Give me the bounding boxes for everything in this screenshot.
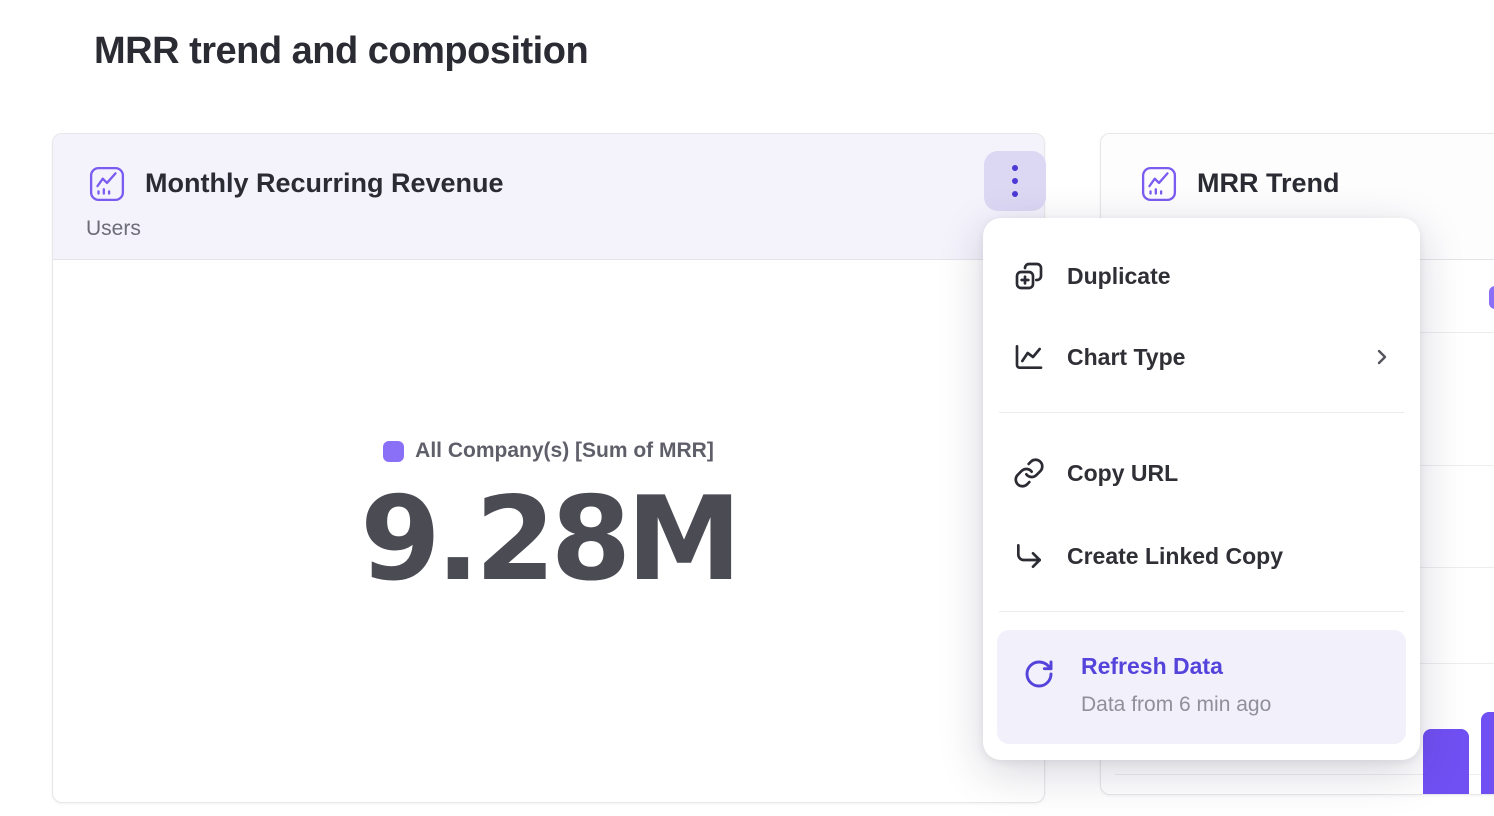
bar-january[interactable] [1481,712,1494,795]
menu-item-label: Copy URL [1067,460,1178,487]
kpi-block: All Company(s) [Sum of MRR] 9.28M [53,439,1044,600]
legend-swatch [383,441,404,462]
menu-divider [999,611,1404,612]
menu-item-chart-type[interactable]: Chart Type [983,324,1420,390]
duplicate-icon [1013,260,1045,292]
refresh-data-label: Refresh Data [1081,653,1223,680]
menu-item-copy-url[interactable]: Copy URL [983,440,1420,506]
chevron-right-icon [1370,345,1394,369]
card-subtitle: Users [86,217,141,241]
menu-item-label: Create Linked Copy [1067,543,1283,570]
trend-legend-swatch [1489,286,1494,309]
chart-widget-icon [89,166,125,202]
menu-item-label: Duplicate [1067,263,1171,290]
mrr-kpi-card: Monthly Recurring Revenue Users All Comp… [52,133,1045,803]
refresh-icon [1023,658,1055,690]
kebab-dot [1012,178,1018,184]
menu-item-label: Chart Type [1067,344,1185,371]
widget-context-menu: Duplicate Chart Type Copy URL [983,218,1420,760]
mrr-card-header: Monthly Recurring Revenue Users [53,134,1044,260]
refresh-data-sublabel: Data from 6 min ago [1081,693,1271,717]
kpi-value: 9.28M [53,479,1044,601]
kebab-dot [1012,191,1018,197]
bar-october[interactable] [1423,729,1469,795]
card-title: Monthly Recurring Revenue [145,168,504,199]
menu-item-duplicate[interactable]: Duplicate [983,243,1420,309]
card-title: MRR Trend [1197,168,1340,199]
menu-divider [999,412,1404,413]
legend-label: All Company(s) [Sum of MRR] [415,439,714,463]
kpi-legend: All Company(s) [Sum of MRR] [383,439,714,463]
kebab-dot [1012,165,1018,171]
link-icon [1013,457,1045,489]
menu-item-create-linked-copy[interactable]: Create Linked Copy [983,523,1420,589]
corner-down-right-icon [1013,540,1045,572]
menu-item-refresh-data[interactable]: Refresh Data Data from 6 min ago [997,630,1406,744]
kebab-menu-button[interactable] [984,151,1046,211]
line-chart-icon [1013,341,1045,373]
page-title: MRR trend and composition [94,30,588,73]
chart-widget-icon [1141,166,1177,202]
